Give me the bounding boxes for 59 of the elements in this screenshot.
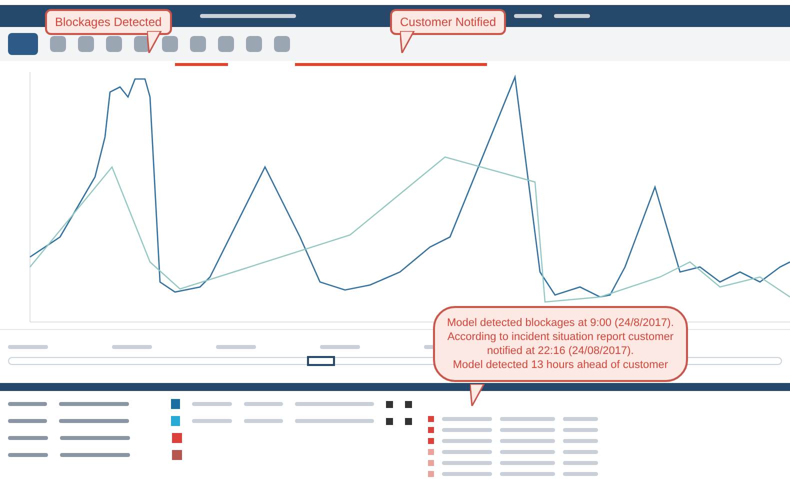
toolbar-button[interactable] — [162, 36, 178, 52]
range-handle[interactable] — [307, 356, 335, 366]
toggle-icon[interactable] — [386, 418, 394, 424]
toggle-icon[interactable] — [405, 400, 412, 408]
illegible-label — [192, 419, 232, 423]
chart-type-button[interactable] — [8, 33, 38, 55]
illegible-label — [60, 436, 130, 440]
toggle-icon[interactable] — [405, 418, 412, 424]
illegible-label — [59, 419, 128, 423]
toolbar-button[interactable] — [246, 36, 262, 52]
color-swatch[interactable] — [172, 450, 182, 460]
illegible-label — [500, 438, 555, 442]
color-swatch[interactable] — [170, 399, 180, 409]
illegible-label — [442, 450, 492, 454]
illegible-label — [8, 419, 48, 423]
illegible-label — [554, 14, 590, 18]
illegible-label — [563, 428, 598, 432]
illegible-label — [442, 416, 492, 420]
toolbar-button[interactable] — [274, 36, 290, 52]
illegible-label — [60, 453, 130, 457]
illegible-label — [8, 436, 48, 440]
highlight-line — [175, 62, 228, 66]
illegible-label — [563, 438, 598, 442]
color-swatch[interactable] — [170, 416, 180, 426]
toggle-icon[interactable] — [386, 400, 394, 408]
illegible-label — [500, 460, 555, 464]
illegible-label — [192, 402, 232, 406]
illegible-label — [442, 472, 492, 476]
illegible-label — [514, 14, 542, 18]
toolbar-button[interactable] — [190, 36, 206, 52]
illegible-label — [244, 402, 284, 406]
illegible-label — [442, 460, 492, 464]
illegible-label — [500, 472, 555, 476]
illegible-label — [8, 402, 48, 406]
toolbar-button[interactable] — [78, 36, 94, 52]
illegible-label — [563, 450, 598, 454]
illegible-label — [563, 460, 598, 464]
toolbar-button[interactable] — [218, 36, 234, 52]
toolbar-button[interactable] — [106, 36, 122, 52]
illegible-label — [563, 472, 598, 476]
toolbar-button[interactable] — [50, 36, 66, 52]
callout-text: Blockages Detected — [55, 15, 162, 29]
illegible-label — [442, 428, 492, 432]
color-swatch[interactable] — [172, 433, 182, 443]
illegible-label — [320, 344, 360, 348]
illegible-label — [8, 453, 48, 457]
illegible-label — [500, 416, 555, 420]
illegible-label — [442, 438, 492, 442]
callout-text: Customer Notified — [400, 15, 496, 29]
illegible-label — [244, 419, 284, 423]
illegible-label — [500, 450, 555, 454]
illegible-label — [216, 344, 256, 348]
callout-pointer — [470, 384, 486, 406]
illegible-label — [8, 344, 48, 348]
callout-text: Model detected blockages at 9:00 (24/8/2017). According to incident situation report customer notified at 22:16 (24/08/2017). Model detected 13 hours ahead of customer — [447, 316, 674, 372]
illegible-label — [112, 344, 152, 348]
illegible-label — [563, 416, 598, 420]
illegible-label — [59, 402, 128, 406]
illegible-label — [500, 428, 555, 432]
